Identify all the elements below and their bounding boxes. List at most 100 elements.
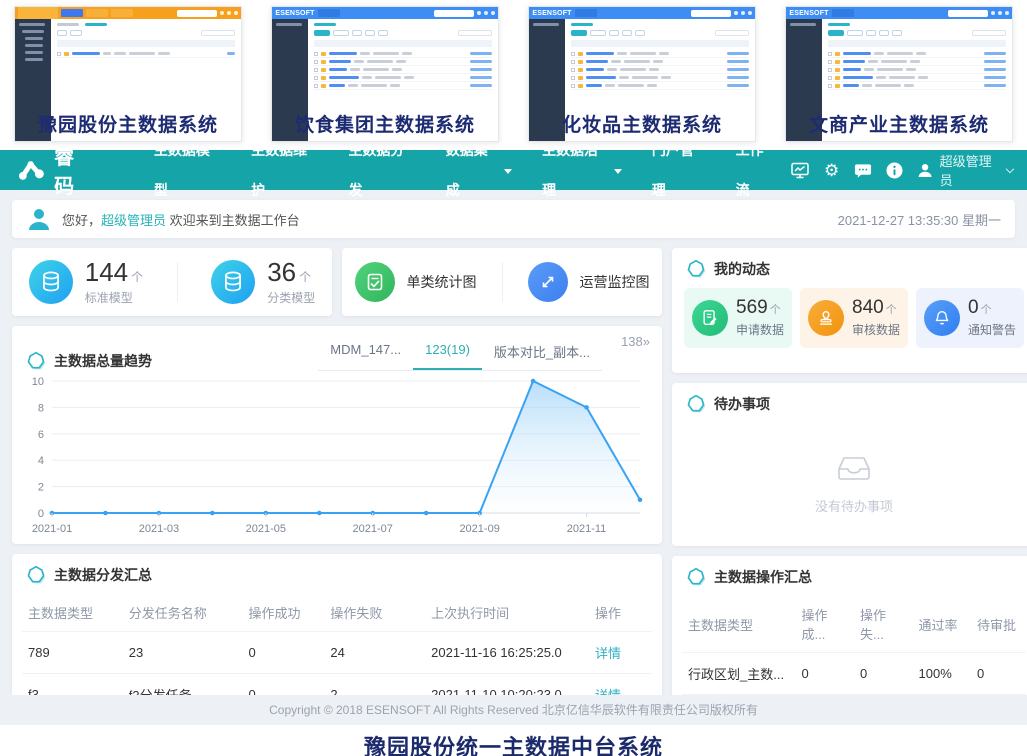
table-row: 行政区划_主数...0 0100% 0: [682, 653, 1026, 695]
svg-text:2021-09: 2021-09: [459, 523, 499, 535]
system-screenshot-yinshi: ESENSOFT 饮食集团主数据系统: [271, 6, 499, 142]
inbox-icon: [837, 455, 871, 481]
hexagon-icon: [686, 567, 706, 587]
bell-icon: [924, 300, 960, 336]
col-header: 主数据类型: [22, 594, 123, 632]
trend-panel: 主数据总量趋势 MDM_147... 123(19) 版本对比_副本... 13…: [12, 326, 662, 544]
trend-more-control[interactable]: 138»: [621, 334, 650, 349]
expand-arrows-icon: [528, 262, 568, 302]
page-caption: 豫园股份统一主数据中台系统: [0, 725, 1027, 756]
nav-item-portal[interactable]: 门户管理: [637, 150, 721, 210]
thumb-logo: [18, 7, 58, 19]
database-icon: [29, 260, 73, 304]
model-stats-card: 144个 标准模型 36个: [12, 248, 332, 316]
info-icon[interactable]: [886, 161, 903, 179]
trend-tab-mdm147[interactable]: MDM_147...: [318, 334, 413, 370]
svg-text:2021-11: 2021-11: [567, 523, 607, 535]
thumb-topbar: [15, 7, 241, 19]
standard-model-stat[interactable]: 144个 标准模型: [29, 259, 143, 306]
collage-page: 豫园股份主数据系统 ESENSOFT: [0, 0, 1027, 756]
col-header: 分发任务名称: [123, 594, 243, 632]
warning-count: 0: [968, 297, 979, 318]
hexagon-icon: [26, 351, 46, 371]
standard-model-count: 144: [85, 257, 128, 287]
thumb-topbar: ESENSOFT: [529, 7, 755, 19]
notify-warning-tile[interactable]: 0个 通知警告: [916, 288, 1024, 348]
review-stamp-icon: [808, 300, 844, 336]
welcome-username[interactable]: 超级管理员: [101, 213, 166, 228]
col-header: 操作: [589, 594, 652, 632]
system-screenshot-huazhuangpin: ESENSOFT 化妆品主数据系统: [528, 6, 756, 142]
user-menu[interactable]: 超级管理员: [917, 151, 1013, 189]
current-datetime: 2021-12-27 13:35:30 星期一: [838, 210, 1001, 229]
hexagon-icon: [686, 259, 706, 279]
trend-tab-123[interactable]: 123(19): [413, 334, 482, 370]
monitor-chart-icon[interactable]: [791, 161, 809, 179]
chevron-down-icon: [1006, 164, 1014, 172]
category-model-stat[interactable]: 36个 分类模型: [211, 259, 315, 306]
logo-molecule-icon: [18, 157, 47, 183]
thumb-caption: 化妆品主数据系统: [529, 110, 755, 137]
nav-item-distribute[interactable]: 主数据分发: [333, 150, 430, 210]
nav-item-integration[interactable]: 数据集成: [431, 150, 527, 210]
standard-model-label: 标准模型: [85, 289, 143, 306]
svg-text:0: 0: [38, 508, 44, 520]
thumb-caption: 豫园股份主数据系统: [15, 110, 241, 137]
todo-empty-state: 没有待办事项: [672, 455, 1027, 515]
thumb-caption: 文商产业主数据系统: [786, 110, 1012, 137]
chevron-down-icon: [614, 169, 622, 174]
hexagon-icon: [26, 565, 46, 585]
user-icon: [917, 162, 933, 179]
svg-text:2021-03: 2021-03: [139, 523, 179, 535]
svg-text:8: 8: [38, 402, 44, 414]
svg-text:2021-05: 2021-05: [246, 523, 286, 535]
col-header: 操作失败: [324, 594, 425, 632]
review-data-tile[interactable]: 840个 审核数据: [800, 288, 908, 348]
nav-item-model[interactable]: 主数据模型: [139, 150, 236, 210]
detail-link[interactable]: 详情: [595, 646, 621, 661]
svg-text:2021-01: 2021-01: [32, 523, 72, 535]
dashboard-main: 您好，超级管理员 欢迎来到主数据工作台 2021-12-27 13:35:30 …: [0, 190, 1027, 725]
thumb-brand: ESENSOFT: [532, 7, 572, 19]
category-model-label: 分类模型: [267, 289, 315, 306]
svg-text:6: 6: [38, 429, 44, 441]
message-icon[interactable]: [854, 161, 872, 179]
panel-title: 我的动态: [714, 259, 770, 279]
col-header: 主数据类型: [682, 596, 796, 653]
nav-item-governance[interactable]: 主数据治理: [527, 150, 637, 210]
col-header: 上次执行时间: [425, 594, 589, 632]
my-activity-panel: 我的动态 569个 申请数据: [672, 248, 1027, 373]
svg-text:10: 10: [32, 376, 44, 388]
thumb-brand: ESENSOFT: [275, 7, 315, 19]
gear-icon[interactable]: ⚙: [823, 161, 840, 179]
welcome-message: 您好，超级管理员 欢迎来到主数据工作台: [62, 210, 300, 229]
panel-title: 主数据总量趋势: [54, 351, 152, 371]
thumb-topbar: ESENSOFT: [272, 7, 498, 19]
apply-count: 569: [736, 297, 768, 318]
chart-doc-icon: [355, 262, 395, 302]
copyright-footer: Copyright © 2018 ESENSOFT All Rights Res…: [0, 695, 1027, 725]
nav-item-maintain[interactable]: 主数据维护: [236, 150, 333, 210]
app-logo[interactable]: 睿码: [18, 150, 97, 199]
apply-doc-icon: [692, 300, 728, 336]
apply-data-tile[interactable]: 569个 申请数据: [684, 288, 792, 348]
nav-item-workflow[interactable]: 工作流: [721, 150, 791, 210]
thumb-brand: ESENSOFT: [789, 7, 829, 19]
hexagon-icon: [686, 394, 706, 414]
chart-shortcuts-card: 单类统计图 运营监控图: [342, 248, 662, 316]
panel-title: 待办事项: [714, 394, 770, 414]
col-header: 操作失...: [854, 596, 912, 653]
todo-panel: 待办事项 没有待办事项: [672, 383, 1027, 546]
trend-tab-version-compare[interactable]: 版本对比_副本...: [482, 334, 602, 370]
col-header: 操作成...: [796, 596, 854, 653]
avatar: [26, 206, 52, 232]
panel-title: 主数据分发汇总: [54, 565, 152, 585]
review-count: 840: [852, 297, 884, 318]
main-nav: 主数据模型 主数据维护 主数据分发 数据集成 主数据治理 门户管理 工作流: [139, 150, 791, 210]
operation-monitor-shortcut[interactable]: 运营监控图: [528, 262, 650, 302]
mdm-dashboard: 睿码 主数据模型 主数据维护 主数据分发 数据集成 主数据治理 门户管理 工作流…: [0, 150, 1027, 725]
svg-text:2021-07: 2021-07: [353, 523, 393, 535]
single-class-chart-shortcut[interactable]: 单类统计图: [355, 262, 477, 302]
col-header: 待审批: [971, 596, 1026, 653]
todo-empty-text: 没有待办事项: [672, 496, 1027, 515]
